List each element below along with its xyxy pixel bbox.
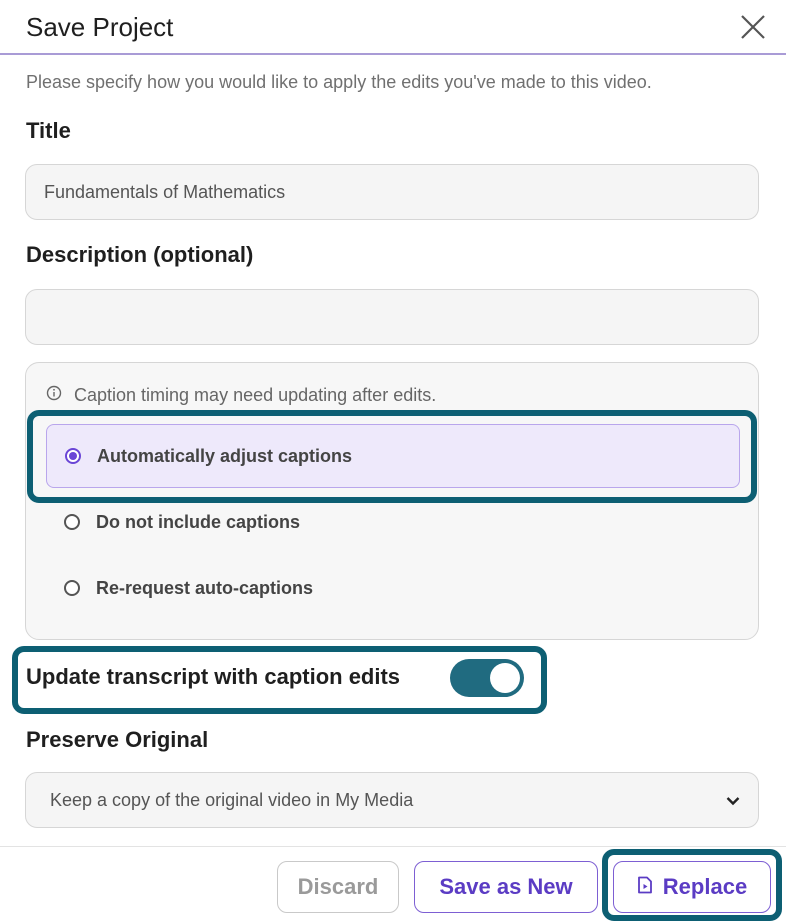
transcript-toggle[interactable] — [450, 659, 524, 697]
radio-button[interactable] — [64, 580, 80, 596]
radio-no-captions[interactable]: Do not include captions — [46, 490, 740, 554]
replace-button-label: Replace — [662, 874, 748, 899]
replace-button[interactable]: Replace — [613, 861, 771, 913]
description-label: Description (optional) — [26, 242, 254, 267]
select-value: Keep a copy of the original video in My … — [50, 789, 414, 810]
radio-rerequest-captions[interactable]: Re-request auto-captions — [46, 556, 740, 620]
video-file-icon — [637, 874, 653, 900]
radio-label: Do not include captions — [96, 511, 301, 532]
discard-button[interactable]: Discard — [277, 861, 399, 913]
dialog-header: Save Project — [0, 0, 786, 55]
discard-button-label: Discard — [297, 874, 379, 899]
title-input[interactable] — [25, 164, 759, 220]
caption-info: Caption timing may need updating after e… — [46, 385, 436, 406]
dialog-title: Save Project — [26, 12, 174, 42]
title-label: Title — [26, 118, 71, 143]
save-as-new-button-label: Save as New — [439, 874, 573, 899]
chevron-down-icon — [726, 790, 740, 811]
radio-auto-adjust-captions[interactable]: Automatically adjust captions — [46, 424, 740, 488]
preserve-original-select[interactable]: Keep a copy of the original video in My … — [25, 772, 759, 828]
close-icon[interactable] — [738, 12, 768, 42]
radio-label: Automatically adjust captions — [97, 445, 353, 466]
radio-button[interactable] — [65, 448, 81, 464]
toggle-knob — [490, 663, 520, 693]
caption-info-text: Caption timing may need updating after e… — [74, 385, 437, 405]
radio-button[interactable] — [64, 514, 80, 530]
save-as-new-button[interactable]: Save as New — [414, 861, 598, 913]
transcript-toggle-label: Update transcript with caption edits — [26, 664, 401, 689]
footer-divider — [0, 846, 786, 847]
caption-options-panel: Caption timing may need updating after e… — [25, 362, 759, 640]
info-icon — [46, 385, 62, 406]
radio-label: Re-request auto-captions — [96, 577, 314, 598]
dialog-subtitle: Please specify how you would like to app… — [26, 72, 652, 92]
description-input[interactable] — [25, 289, 759, 345]
preserve-label: Preserve Original — [26, 727, 209, 752]
